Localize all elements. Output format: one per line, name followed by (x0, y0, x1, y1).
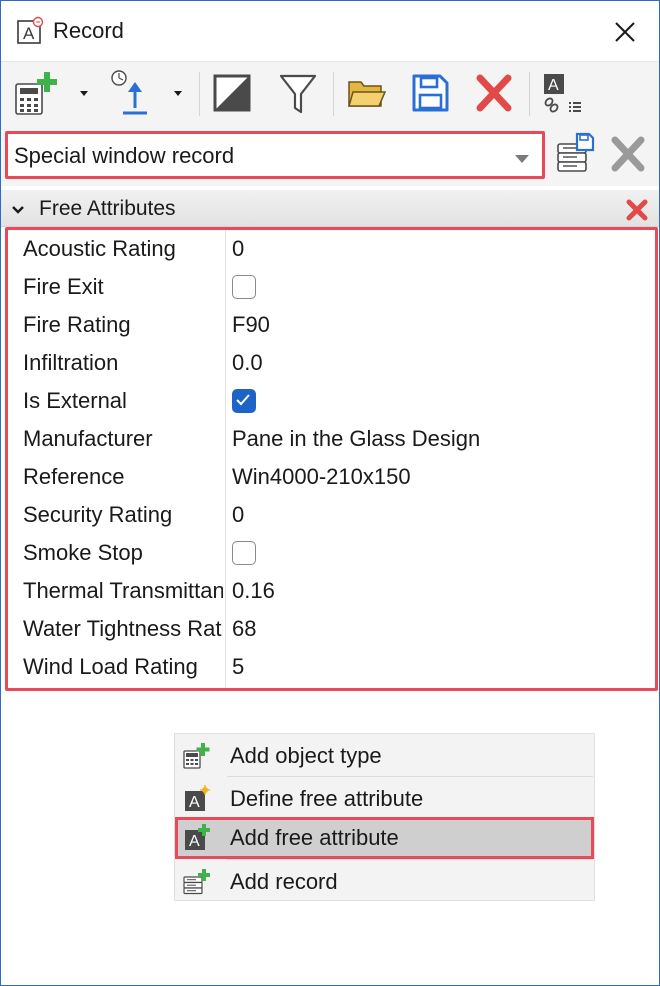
menu-item-define-free-attribute[interactable]: A Define free attribute (175, 778, 594, 820)
attribute-row: Security Rating 0 (8, 496, 655, 534)
menu-item-label: Add free attribute (230, 825, 399, 850)
chevron-down-icon[interactable] (11, 202, 25, 220)
attribute-value-input[interactable]: 5 (232, 653, 632, 681)
attribute-name: Reference (23, 464, 125, 489)
attribute-row: Smoke Stop (8, 534, 655, 572)
red-x-small-icon[interactable] (625, 198, 651, 222)
attribute-value-input[interactable]: F90 (232, 311, 632, 339)
attribute-row: Fire Exit (8, 268, 655, 306)
free-attributes-header: Free Attributes (1, 190, 659, 227)
database-save-icon (555, 132, 595, 180)
menu-item-label: Add record (230, 869, 338, 894)
menu-item-label: Define free attribute (230, 786, 424, 811)
attribute-name: Manufacturer (23, 426, 153, 451)
attribute-checkbox[interactable] (232, 389, 256, 413)
remove-record-button[interactable] (609, 132, 649, 176)
group-title: Free Attributes (39, 197, 176, 220)
svg-text:A: A (23, 24, 35, 43)
push-up-dropdown[interactable] (171, 86, 185, 100)
add-object-type-dropdown[interactable] (77, 86, 91, 100)
menu-item-add-object-type[interactable]: Add object type (175, 735, 594, 777)
toolbar: A (1, 61, 659, 127)
save-record-button[interactable] (555, 132, 595, 176)
attribute-name: Acoustic Rating (23, 236, 176, 261)
attribute-value-input[interactable]: 0.16 (232, 577, 632, 605)
caret-down-icon (171, 87, 185, 104)
open-button[interactable] (347, 68, 387, 120)
attribute-row: Water Tightness Rating 68 (8, 610, 655, 648)
attribute-row: Manufacturer Pane in the Glass Design (8, 420, 655, 458)
link-attributes-button[interactable]: A (541, 68, 585, 120)
toolbar-separator (333, 72, 334, 116)
attribute-checkbox[interactable] (232, 541, 256, 565)
record-selector-row: Special window record (1, 126, 659, 186)
delete-button[interactable] (475, 68, 515, 120)
menu-separator (227, 776, 593, 777)
attribute-row: Thermal Transmittance 0.16 (8, 572, 655, 610)
attribute-name: Is External (23, 388, 127, 413)
attribute-name: Security Rating (23, 502, 173, 527)
title-bar: A Record (1, 1, 659, 61)
attribute-name: Fire Rating (23, 312, 131, 337)
attribute-value-input[interactable]: 0 (232, 235, 632, 263)
attribute-name: Fire Exit (23, 274, 104, 299)
close-button[interactable] (601, 13, 649, 51)
context-menu: Add object type A Define free attribute … (174, 733, 595, 901)
gray-x-icon (609, 136, 649, 180)
attribute-name: Smoke Stop (23, 540, 143, 565)
attribute-name: Wind Load Rating (23, 654, 198, 679)
menu-item-add-free-attribute[interactable]: A Add free attribute (175, 817, 594, 859)
attribute-row: Wind Load Rating 5 (8, 648, 655, 686)
window-title: Record (53, 18, 124, 43)
attribute-value-input[interactable]: Pane in the Glass Design (232, 425, 632, 453)
filter-button[interactable] (279, 68, 319, 120)
menu-item-label: Add object type (230, 743, 382, 768)
attribute-add-icon: A (182, 824, 210, 852)
attribute-name: Water Tightness Rating (23, 616, 223, 641)
attribute-row: Infiltration 0.0 (8, 344, 655, 382)
attribute-name: Infiltration (23, 350, 119, 375)
select-style-button[interactable] (213, 68, 253, 120)
svg-text:A: A (189, 833, 200, 850)
attribute-checkbox[interactable] (232, 275, 256, 299)
attribute-row: Reference Win4000-210x150 (8, 458, 655, 496)
menu-item-add-record[interactable]: Add record (175, 861, 594, 903)
attribute-value-input[interactable]: 68 (232, 615, 632, 643)
save-button[interactable] (411, 68, 451, 120)
caret-down-icon (77, 87, 91, 104)
record-window: A Record A Special window record Free At… (0, 0, 660, 986)
attribute-value-input[interactable]: Win4000-210x150 (232, 463, 632, 491)
calculator-add-icon (182, 742, 210, 770)
add-object-type-button[interactable] (13, 68, 57, 120)
record-dropdown-value: Special window record (14, 143, 235, 168)
svg-text:A: A (189, 794, 200, 811)
attribute-row: Acoustic Rating 0 (8, 230, 655, 268)
attribute-row: Is External (8, 382, 655, 420)
toolbar-separator (529, 72, 530, 116)
database-add-icon (182, 868, 210, 896)
caret-down-icon (514, 151, 530, 169)
attribute-row: Fire Rating F90 (8, 306, 655, 344)
push-up-button[interactable] (105, 68, 151, 120)
svg-text:A: A (548, 77, 559, 94)
toolbar-separator (199, 72, 200, 116)
menu-separator (227, 859, 593, 860)
checkmark-icon (236, 394, 250, 406)
record-dropdown[interactable]: Special window record (5, 131, 545, 179)
attribute-star-icon: A (182, 785, 210, 813)
attribute-name: Thermal Transmittance (23, 578, 223, 603)
attribute-value-input[interactable]: 0.0 (232, 349, 632, 377)
attribute-record-icon: A (17, 16, 45, 46)
attribute-grid: Acoustic Rating 0 Fire Exit Fire Rating … (5, 227, 658, 691)
attribute-value-input[interactable]: 0 (232, 501, 632, 529)
